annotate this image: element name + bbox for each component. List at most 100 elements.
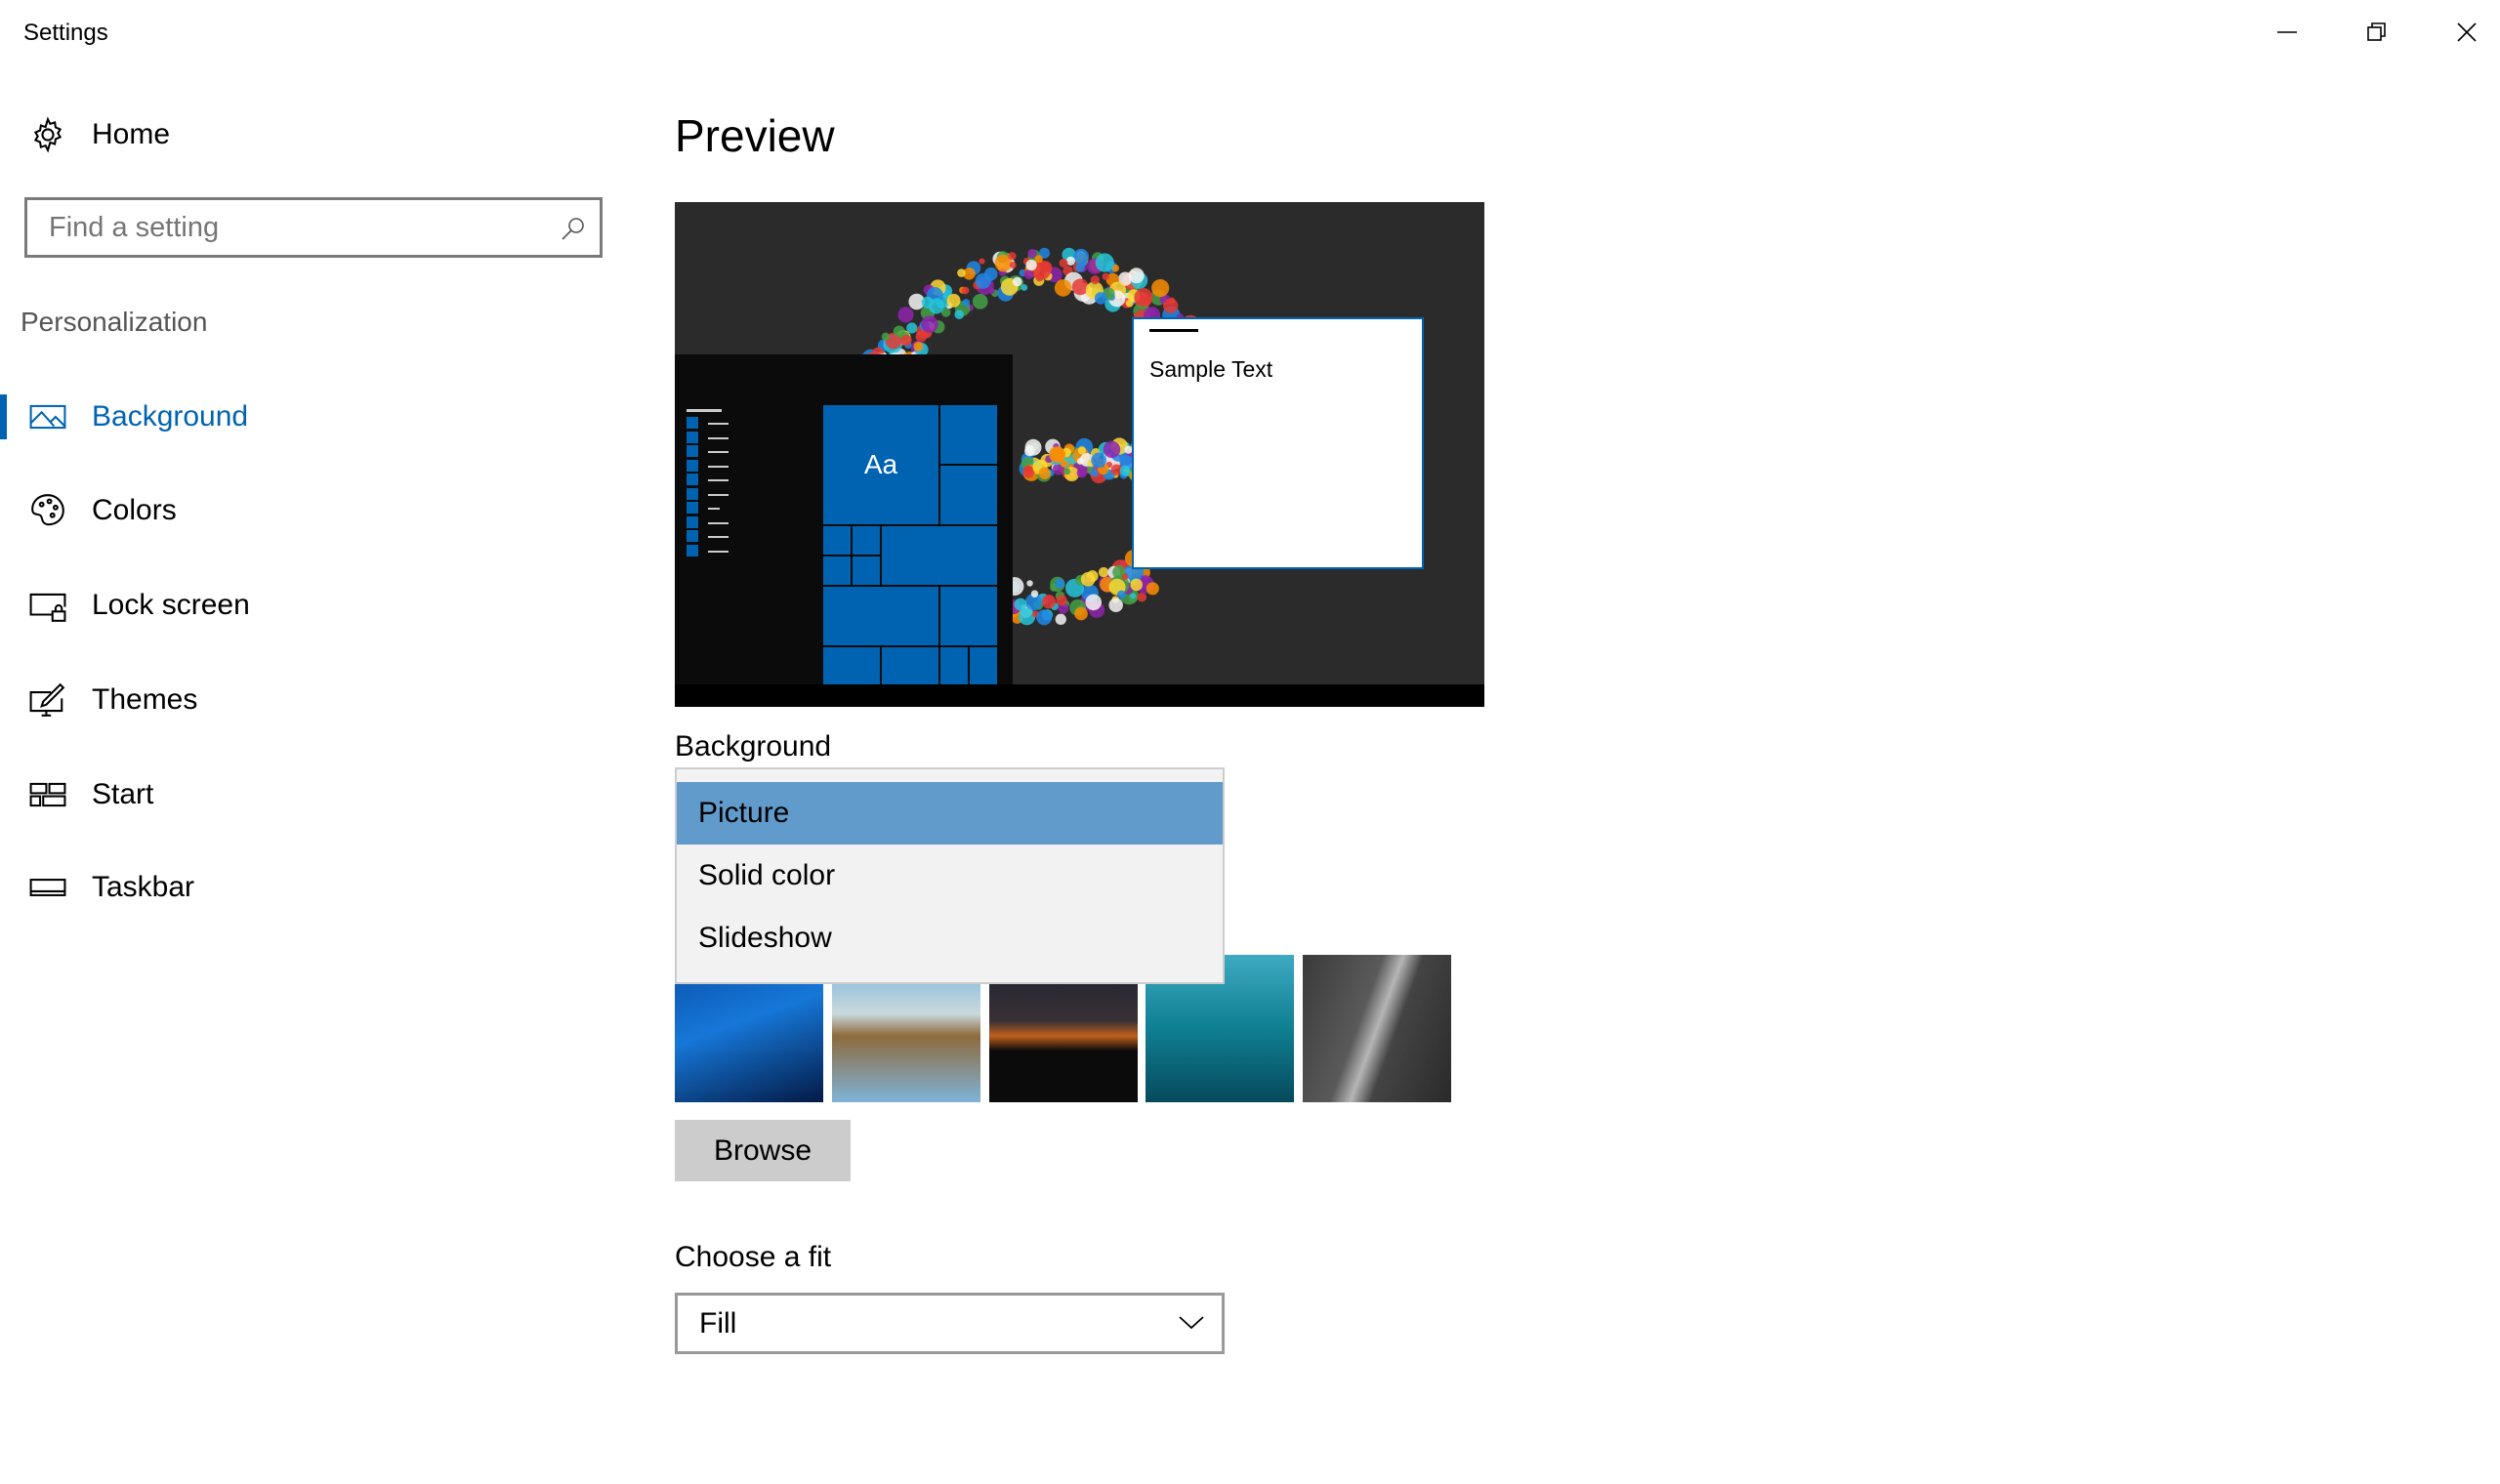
sidebar-home[interactable]: Home [0, 96, 625, 174]
start-icon [29, 782, 66, 807]
wallpaper-dot [1030, 590, 1039, 598]
wallpaper-dot [1041, 595, 1057, 609]
list-tile [687, 474, 698, 485]
wallpaper-dot [962, 299, 971, 307]
wallpaper-dot [988, 287, 995, 294]
option-slideshow[interactable]: Slideshow [677, 907, 1223, 969]
sidebar-item-taskbar[interactable]: Taskbar [0, 848, 625, 927]
list-line [708, 465, 729, 468]
wallpaper-dot [1051, 447, 1065, 462]
nav-label: Lock screen [92, 589, 250, 621]
wallpaper-dot [1023, 269, 1034, 280]
sidebar-item-background[interactable]: Background [0, 378, 625, 456]
fit-value: Fill [699, 1306, 737, 1340]
list-tile [687, 502, 698, 514]
list-tile [687, 530, 698, 542]
wallpaper-dot [1074, 606, 1088, 621]
picture-icon [29, 404, 66, 430]
search-input[interactable] [27, 200, 600, 255]
sidebar-item-colors[interactable]: Colors [0, 472, 625, 550]
wallpaper-dot [893, 325, 905, 338]
list-line [708, 479, 729, 481]
wallpaper-dot [913, 341, 924, 351]
wallpaper-dot [1091, 452, 1107, 469]
wallpaper-dot [921, 296, 934, 309]
wallpaper-dot [1094, 292, 1107, 305]
wallpaper-dot [1095, 253, 1114, 272]
option-solid-color[interactable]: Solid color [677, 845, 1223, 907]
list-line [708, 536, 729, 538]
wallpaper-dot [1076, 468, 1088, 478]
list-line [708, 436, 729, 439]
list-tile [687, 459, 698, 472]
nav-label: Themes [92, 683, 198, 716]
sidebar-item-lock-screen[interactable]: Lock screen [0, 566, 625, 644]
wallpaper-dot [1137, 592, 1147, 602]
wallpaper-dot [954, 309, 965, 320]
wallpaper-dot [975, 272, 991, 289]
nav-label: Taskbar [92, 871, 195, 903]
list-line [708, 451, 729, 453]
wallpaper-dot [1027, 248, 1037, 259]
section-heading: Personalization [21, 307, 208, 337]
wallpaper-dot [1008, 252, 1017, 261]
close-icon [2457, 22, 2477, 42]
wallpaper-dot [1056, 595, 1067, 606]
wallpaper-dot [946, 293, 961, 308]
sample-text: Sample Text [1149, 356, 1273, 382]
wallpaper-dot [1009, 262, 1017, 268]
wallpaper-dot [972, 293, 988, 309]
list-tile [687, 544, 698, 556]
tile-aa: Aa [823, 405, 938, 524]
wallpaper-dot [1117, 590, 1126, 599]
wallpaper-dot [1134, 288, 1153, 308]
desktop-preview: Aa Sample Text [675, 202, 1484, 707]
search-icon[interactable] [561, 216, 586, 241]
wallpaper-dot [1021, 284, 1028, 291]
taskbar-icon [29, 879, 66, 896]
sidebar-item-start[interactable]: Start [0, 756, 625, 834]
list-line [708, 493, 729, 496]
wallpaper-dot [1102, 272, 1110, 280]
list-tile [687, 487, 698, 500]
wallpaper-dot [1103, 440, 1121, 459]
list-line [708, 508, 720, 510]
wallpaper-dot [1090, 275, 1100, 285]
fit-select[interactable]: Fill [675, 1293, 1225, 1354]
option-picture[interactable]: Picture [677, 782, 1223, 845]
restore-icon [2367, 22, 2386, 41]
window-title: Settings [23, 20, 108, 46]
restore-button[interactable] [2343, 8, 2411, 57]
wallpaper-dot [1130, 578, 1144, 592]
wallpaper-dot [1121, 573, 1129, 581]
wallpaper-dot [1012, 276, 1022, 287]
wallpaper-dot [1014, 598, 1027, 611]
wallpaper-dot [1128, 268, 1145, 284]
list-tile [687, 417, 698, 429]
wallpaper-dot [1054, 279, 1072, 297]
wallpaper-dot [1085, 594, 1103, 611]
wallpaper-dot [1077, 446, 1087, 455]
minimize-button[interactable] [2253, 8, 2321, 57]
wallpaper-dot [979, 258, 985, 265]
wallpaper-dot [1035, 273, 1044, 282]
themes-icon [29, 682, 65, 717]
chevron-down-icon [1179, 1316, 1204, 1330]
wallpaper-dot [1063, 468, 1071, 475]
wallpaper-dot [1038, 467, 1051, 479]
fit-label: Choose a fit [675, 1241, 832, 1273]
list-tile [687, 445, 698, 457]
wallpaper-dot [921, 315, 938, 333]
search-box[interactable] [24, 197, 603, 258]
close-button[interactable] [2433, 8, 2500, 57]
browse-button[interactable]: Browse [675, 1120, 851, 1181]
thumbnail-rock[interactable] [1303, 955, 1451, 1102]
wallpaper-dot [1090, 469, 1099, 477]
background-dropdown-list[interactable]: Picture Solid color Slideshow [675, 767, 1225, 984]
sidebar-item-themes[interactable]: Themes [0, 661, 625, 739]
sample-window: Sample Text [1132, 317, 1424, 569]
start-menu-preview: Aa [675, 354, 1013, 684]
wallpaper-dot [1146, 582, 1159, 596]
wallpaper-dot [906, 322, 918, 334]
wallpaper-dot [1026, 580, 1033, 587]
